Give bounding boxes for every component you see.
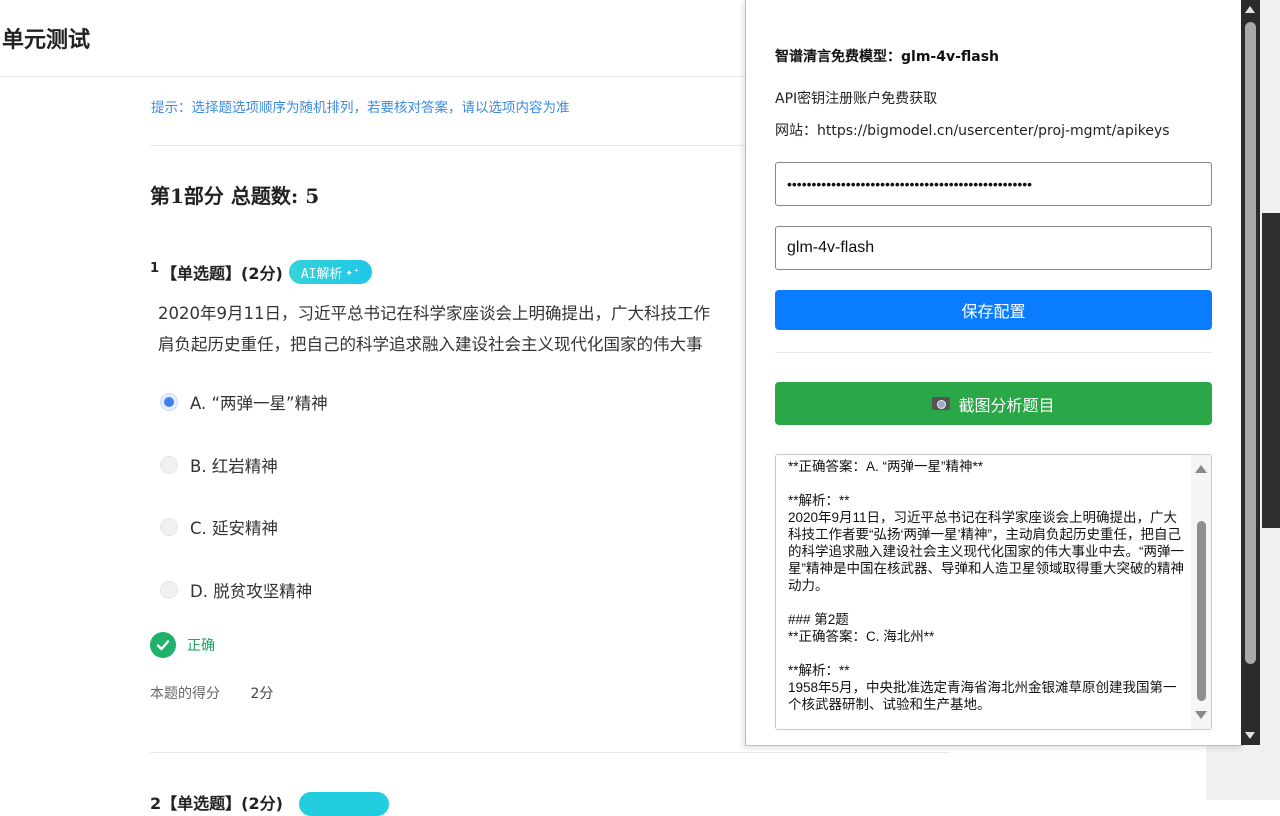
option-label: D. 脱贫攻坚精神 [190, 582, 313, 601]
save-config-label: 保存配置 [961, 302, 1026, 321]
api-hint: API密钥注册账户免费获取 [775, 91, 938, 107]
option-d[interactable]: D. 脱贫攻坚精神 [160, 578, 312, 602]
screenshot-analyze-button[interactable]: 截图分析题目 [775, 382, 1212, 425]
radio-icon[interactable] [160, 518, 178, 536]
option-a[interactable]: A. “两弹一星”精神 [160, 390, 328, 414]
question-header: 1 【单选题】(2分) AI解析 ✦⁺ [150, 260, 372, 284]
popup-scrollbar[interactable] [1241, 0, 1260, 745]
screenshot-analyze-label: 截图分析题目 [958, 395, 1055, 415]
scroll-up-icon[interactable] [1245, 6, 1255, 13]
divider [150, 752, 950, 753]
hint-text: 提示：选择题选项顺序为随机排列，若要核对答案，请以选项内容为准 [151, 100, 570, 116]
analysis-result-box[interactable]: 17:45:45: ### 第1题 **正确答案：A. “两弹一星”精神** *… [775, 454, 1212, 730]
side-tab[interactable] [1262, 213, 1280, 528]
option-label: B. 红岩精神 [190, 457, 278, 476]
radio-checked-icon[interactable] [160, 393, 178, 411]
scroll-thumb[interactable] [1197, 521, 1206, 701]
option-c[interactable]: C. 延安精神 [160, 515, 278, 539]
api-key-input[interactable]: ••••••••••••••••••••••••••••••••••••••••… [775, 162, 1212, 206]
camera-icon [932, 397, 951, 410]
question-text-line: 肩负起历史重任，把自己的科学追求融入建设社会主义现代化国家的伟大事 [158, 335, 703, 354]
check-circle-icon [150, 632, 176, 658]
ai-analysis-label: AI解析 [300, 266, 343, 282]
question-2-header: 2【单选题】(2分) [150, 794, 283, 813]
save-config-button[interactable]: 保存配置 [775, 290, 1212, 330]
page-title: 单元测试 [2, 27, 91, 53]
ai-analysis-button-q2[interactable] [299, 792, 389, 816]
part-title: 第1部分 总题数: 5 [150, 184, 320, 208]
answer-result: 正确 [150, 632, 215, 658]
result-label: 正确 [187, 638, 215, 654]
radio-icon[interactable] [160, 581, 178, 599]
popup-title: 智谱清言免费模型：glm-4v-flash [775, 49, 1000, 65]
question-text: 2020年9月11日，习近平总书记在科学家座谈会上明确提出，广大科技工作 肩负起… [158, 298, 758, 360]
model-input[interactable]: glm-4v-flash [775, 226, 1212, 270]
question-text-line: 2020年9月11日，习近平总书记在科学家座谈会上明确提出，广大科技工作 [158, 304, 710, 323]
result-scrollbar[interactable] [1191, 455, 1211, 729]
extension-popup: 智谱清言免费模型：glm-4v-flash API密钥注册账户免费获取 网站：h… [745, 0, 1243, 746]
scroll-thumb[interactable] [1245, 22, 1256, 664]
scroll-up-icon[interactable] [1195, 465, 1207, 473]
option-b[interactable]: B. 红岩精神 [160, 453, 278, 477]
scroll-down-icon[interactable] [1245, 732, 1255, 739]
sparkle-icon: ✦⁺ [345, 265, 360, 279]
score-row: 本题的得分 2分 [150, 683, 273, 703]
radio-icon[interactable] [160, 456, 178, 474]
option-label: C. 延安精神 [190, 519, 279, 538]
option-label: A. “两弹一星”精神 [190, 394, 328, 413]
question-type: 【单选题】(2分) [161, 264, 283, 283]
score-label: 本题的得分 [150, 686, 220, 702]
scroll-down-icon[interactable] [1195, 711, 1207, 719]
ai-analysis-button[interactable]: AI解析 ✦⁺ [288, 260, 372, 284]
divider [775, 352, 1212, 353]
score-value: 2分 [250, 686, 274, 702]
question-number: 1 [150, 260, 160, 276]
analysis-result-text: 17:45:45: ### 第1题 **正确答案：A. “两弹一星”精神** *… [788, 455, 1184, 712]
website-link[interactable]: 网站：https://bigmodel.cn/usercenter/proj-m… [775, 120, 1170, 140]
